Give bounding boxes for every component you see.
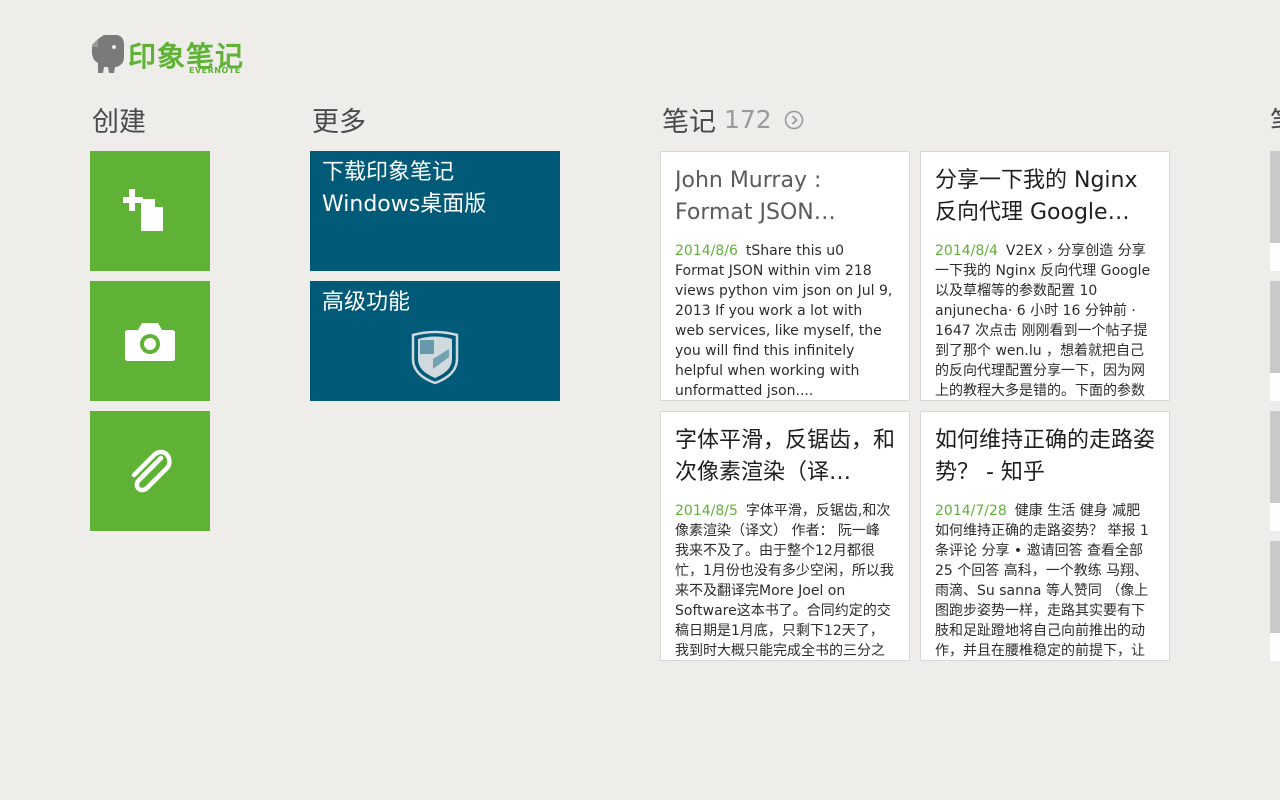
partial-card[interactable] xyxy=(1270,541,1280,661)
note-snippet-container: 2014/8/4 V2EX › 分享创造 分享一下我的 Nginx 反向代理 Go… xyxy=(935,241,1155,400)
download-desktop-tile[interactable]: 下载印象笔记 Windows桌面版 xyxy=(310,151,560,271)
note-title: 字体平滑，反锯齿，和次像素渲染（译… xyxy=(675,428,895,485)
more-section-title: 更多 xyxy=(312,107,366,138)
note-snippet: 健康 生活 健身 减肥 如何维持正确的走路姿势？ 举报 1 条评论 分享 • 邀… xyxy=(935,503,1149,659)
partial-card[interactable] xyxy=(1270,151,1280,271)
premium-shield-icon xyxy=(411,330,459,385)
next-section-title-partial: 笔 xyxy=(1270,100,1280,139)
note-card[interactable]: 如何维持正确的走路姿势？ - 知乎 2014/7/28 健康 生活 健身 减肥 如… xyxy=(920,411,1170,661)
note-snippet-container: 2014/8/6 tShare this u0 Format JSON withi… xyxy=(675,241,895,400)
note-title: 如何维持正确的走路姿势？ - 知乎 xyxy=(935,428,1155,485)
download-desktop-label: 下载印象笔记 Windows桌面版 xyxy=(322,160,487,217)
evernote-logo: 印象笔记 EVERNOTE xyxy=(90,33,250,79)
new-note-icon xyxy=(123,189,163,231)
paperclip-icon xyxy=(131,449,172,493)
logo-subtext: EVERNOTE xyxy=(189,66,241,75)
premium-features-label: 高级功能 xyxy=(322,290,411,315)
partial-card[interactable] xyxy=(1270,411,1280,531)
camera-tile[interactable] xyxy=(90,281,210,401)
note-snippet: 字体平滑，反锯齿,和次像素渲染（译文） 作者： 阮一峰 我来不及了。由于整个12… xyxy=(675,503,894,659)
note-snippet-container: 2014/8/5 字体平滑，反锯齿,和次像素渲染（译文） 作者： 阮一峰 我来不及… xyxy=(675,501,895,660)
note-date: 2014/7/28 xyxy=(935,503,1007,519)
premium-features-tile[interactable]: 高级功能 xyxy=(310,281,560,401)
note-card[interactable]: 分享一下我的 Nginx 反向代理 Google… 2014/8/4 V2EX ›… xyxy=(920,151,1170,401)
note-title: 分享一下我的 Nginx 反向代理 Google… xyxy=(935,168,1138,225)
notes-section-header[interactable]: 笔记 172 xyxy=(662,100,804,139)
create-section-title: 创建 xyxy=(92,107,146,138)
attachment-tile[interactable] xyxy=(90,411,210,531)
notes-section-title: 笔记 xyxy=(662,107,716,138)
notes-count: 172 xyxy=(724,105,772,134)
camera-icon xyxy=(125,323,175,361)
note-date: 2014/8/5 xyxy=(675,503,738,519)
partial-card[interactable] xyxy=(1270,281,1280,401)
note-title: John Murray : Format JSON… xyxy=(675,168,836,225)
new-note-tile[interactable] xyxy=(90,151,210,271)
note-snippet: tShare this u0 Format JSON within vim 21… xyxy=(675,243,893,399)
note-date: 2014/8/6 xyxy=(675,243,738,259)
note-card[interactable]: 字体平滑，反锯齿，和次像素渲染（译… 2014/8/5 字体平滑，反锯齿,和次像素… xyxy=(660,411,910,661)
elephant-icon xyxy=(92,35,124,73)
note-date: 2014/8/4 xyxy=(935,243,998,259)
note-snippet-container: 2014/7/28 健康 生活 健身 减肥 如何维持正确的走路姿势？ 举报 1 条… xyxy=(935,501,1155,660)
note-snippet: V2EX › 分享创造 分享一下我的 Nginx 反向代理 Google 以及草… xyxy=(935,243,1151,399)
chevron-right-circle-icon[interactable] xyxy=(784,110,804,130)
note-card[interactable]: John Murray : Format JSON… 2014/8/6 tShar… xyxy=(660,151,910,401)
